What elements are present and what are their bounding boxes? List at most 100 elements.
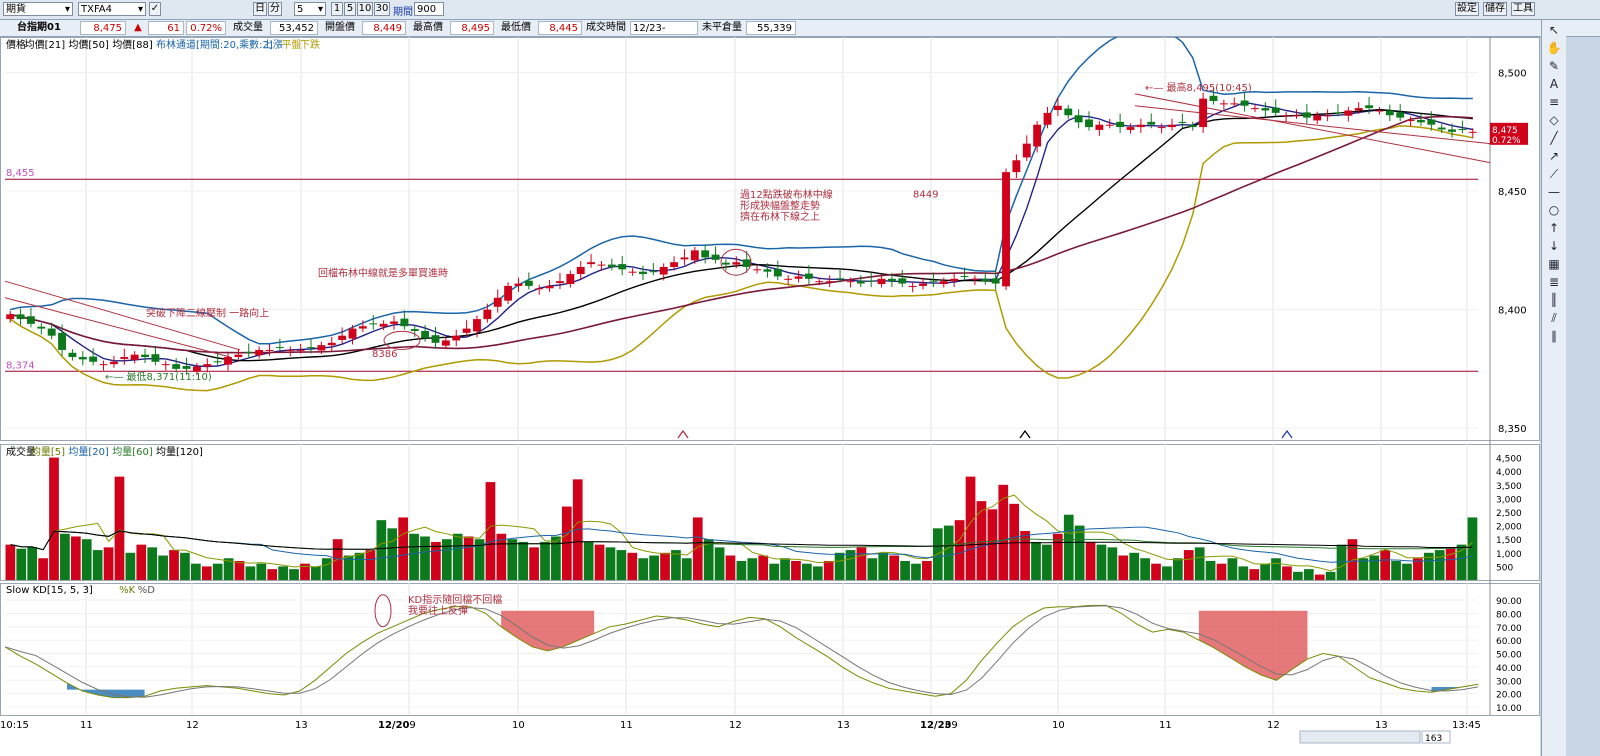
checkbox[interactable]: ✓ <box>149 2 161 16</box>
candle <box>1033 124 1042 147</box>
quick-period-10[interactable]: 10 <box>357 2 373 16</box>
horizontal-line-icon[interactable]: — <box>1546 184 1562 200</box>
volume-bar <box>321 558 332 580</box>
kd-legend-item: %D <box>138 585 156 596</box>
candle <box>286 349 295 351</box>
volume-bar <box>49 457 59 580</box>
circle-icon[interactable]: ○ <box>1546 202 1562 218</box>
candle <box>649 271 658 273</box>
pullback-annotation: 回檔布林中線就是多單買進時 <box>318 266 448 279</box>
volume-bar <box>1194 547 1205 580</box>
candle <box>659 266 668 275</box>
volume-bar <box>616 550 627 580</box>
candle <box>1085 119 1093 128</box>
volume-bar <box>780 558 790 580</box>
candle <box>628 271 637 273</box>
last-price-tag-value: 8,475 <box>1492 126 1518 136</box>
volume-bar <box>605 547 616 580</box>
quick-period-30[interactable]: 30 <box>374 2 390 16</box>
candle <box>856 281 865 284</box>
chart-area[interactable]: 8,500 8,450 8,400 8,350 4,500 4,000 3,500 3,000… <box>0 37 1540 756</box>
candle <box>1126 127 1135 130</box>
volume-legend-item: 均量[60] <box>112 446 153 458</box>
eraser-icon[interactable]: ◇ <box>1546 112 1562 128</box>
volume-bar <box>802 563 812 580</box>
signal-marker <box>1281 429 1293 439</box>
quick-period-1[interactable]: 1 <box>331 2 343 16</box>
volume-bar <box>256 563 267 580</box>
arrow-up-icon[interactable]: ↑ <box>1546 220 1562 236</box>
open-value: 8,449 <box>362 21 406 35</box>
candle <box>1406 119 1415 121</box>
market-select[interactable]: 期貨 ▾ <box>3 2 73 16</box>
pencil-icon[interactable]: ✎ <box>1546 58 1562 74</box>
candle <box>462 328 471 333</box>
signal-marker <box>677 429 689 439</box>
volume-bar <box>441 539 452 580</box>
bars-icon[interactable]: ║ <box>1546 292 1562 308</box>
channel-icon[interactable]: ⫽ <box>1546 310 1562 326</box>
x-axis-label: 11 <box>80 720 93 731</box>
candle <box>47 328 56 336</box>
candle <box>1323 115 1332 117</box>
candle <box>877 278 886 285</box>
price-8449-label: 8449 <box>913 189 938 200</box>
ray-icon[interactable]: ⟋ <box>1546 166 1562 182</box>
x-axis-label: 11 <box>1159 720 1172 731</box>
symbol-select[interactable]: TXFA4 ▾ <box>78 2 146 16</box>
volume-bar <box>114 476 125 580</box>
candle <box>296 349 305 351</box>
candle <box>141 354 149 358</box>
hand-icon[interactable]: ✋ <box>1546 40 1562 56</box>
candle <box>26 316 35 324</box>
candle <box>410 329 419 331</box>
chevron-down-icon: ▾ <box>317 4 323 15</box>
pointer-icon[interactable]: ↖ <box>1546 22 1562 38</box>
arrow-line-icon[interactable]: ↗ <box>1546 148 1562 164</box>
chevron-down-icon: ▾ <box>137 4 143 15</box>
volume-bar <box>1249 569 1260 580</box>
candle <box>1437 127 1446 130</box>
fibonacci-icon[interactable]: ≣ <box>1546 274 1562 290</box>
menu-lines-icon[interactable]: ≡ <box>1546 94 1562 110</box>
period-day-button[interactable]: 日 <box>253 2 267 16</box>
candle <box>504 285 513 301</box>
volume-tick-label: 500 <box>1496 563 1513 573</box>
arrow-down-icon[interactable]: ↓ <box>1546 238 1562 254</box>
settings-button[interactable]: 設定 <box>1455 2 1479 16</box>
volume-bar <box>1063 514 1074 580</box>
minute-select[interactable]: 5 ▾ <box>294 2 326 16</box>
volume-bar <box>27 547 38 580</box>
candle <box>545 285 554 289</box>
quick-period-5[interactable]: 5 <box>344 2 356 16</box>
x-axis-label: 10 <box>1052 720 1065 731</box>
candle <box>1396 112 1405 118</box>
candle <box>1012 160 1021 173</box>
candle <box>120 357 129 359</box>
candle <box>431 335 440 343</box>
price-legend-item: 布林通道[期間:20,乘數:2] <box>156 38 273 51</box>
volume-bar <box>1325 571 1336 580</box>
period-count-input[interactable]: 900 <box>414 2 444 16</box>
volume-bar <box>38 558 48 580</box>
volume-bar <box>1052 533 1063 580</box>
line-icon[interactable]: ╱ <box>1546 130 1562 146</box>
tools-button[interactable]: 工具 <box>1511 2 1535 16</box>
price-legend-item: 均價[50] <box>68 38 109 51</box>
candle <box>524 280 533 286</box>
candle <box>680 257 689 260</box>
save-button[interactable]: 儲存 <box>1483 2 1507 16</box>
volume-bar <box>769 563 779 580</box>
candle <box>1282 115 1291 117</box>
kd-tick-label: 50.00 <box>1496 651 1522 661</box>
period-minute-button[interactable]: 分 <box>268 2 282 16</box>
grid-icon[interactable]: ▦ <box>1546 256 1562 272</box>
text-icon[interactable]: A <box>1546 76 1562 92</box>
candle <box>846 281 855 283</box>
volume-bar <box>758 555 769 580</box>
volume-bar <box>725 555 736 580</box>
consolidation-annotation: 形成狹幅盤整走勢 <box>740 199 820 212</box>
candle <box>1375 110 1384 112</box>
parallel-icon[interactable]: ∥ <box>1546 328 1562 344</box>
candle <box>452 335 461 341</box>
